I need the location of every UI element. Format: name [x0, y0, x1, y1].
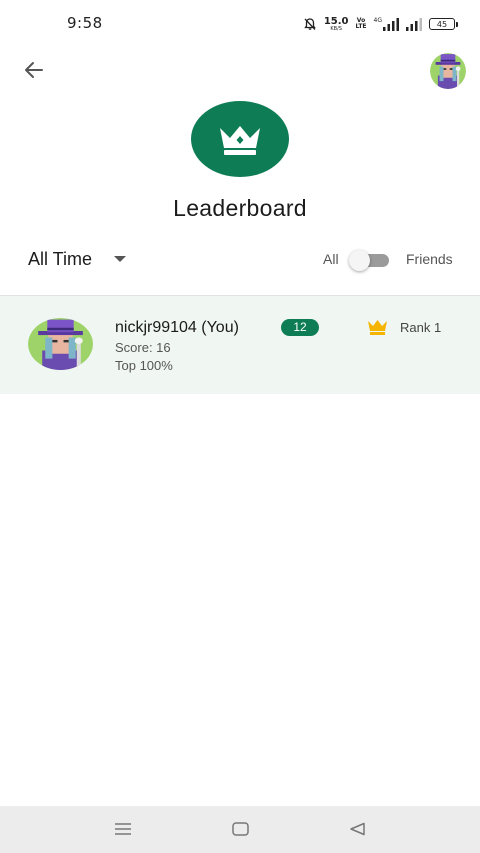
home-button[interactable] [228, 819, 252, 839]
period-selected-value: All Time [28, 248, 93, 269]
wizard-avatar-icon [28, 318, 93, 370]
menu-icon [115, 823, 131, 835]
signal-icon-2 [406, 17, 422, 31]
gold-crown-icon [368, 320, 387, 335]
menu-button[interactable] [111, 819, 135, 839]
percentile-text: Top 100% [115, 358, 173, 373]
network-speed-unit: KB/S [330, 25, 342, 32]
network-speed: 15.0 KB/S [323, 15, 349, 32]
mute-bell-icon [304, 18, 316, 30]
battery-level: 45 [436, 19, 448, 29]
leaderboard-row[interactable]: nickjr99104 (You) 12 Score: 16 Top 100% … [0, 296, 480, 394]
dropdown-caret-icon [114, 256, 127, 262]
level-badge: 12 [281, 319, 319, 336]
back-button[interactable] [20, 56, 48, 84]
volte-indicator: Vo LTE [356, 18, 367, 30]
rank-text: Rank 1 [400, 320, 442, 335]
status-icons: 15.0 KB/S Vo LTE 4G 45 [303, 14, 458, 34]
crown-icon [220, 126, 260, 155]
scope-friends-label: Friends [406, 251, 453, 267]
score-text: Score: 16 [115, 340, 171, 355]
wizard-avatar-icon [430, 53, 466, 89]
signal-icon [383, 17, 399, 31]
system-navigation-bar [0, 806, 480, 853]
toggle-knob [349, 250, 370, 271]
period-dropdown[interactable]: All Time [28, 246, 127, 272]
network-speed-value: 15.0 [323, 15, 349, 27]
username: nickjr99104 (You) [115, 319, 239, 336]
volte-bottom: LTE [355, 23, 367, 30]
avatar [28, 318, 93, 370]
triangle-back-icon [349, 822, 365, 836]
network-type-label: 4G [373, 16, 382, 24]
back-nav-button[interactable] [345, 819, 369, 839]
battery-icon: 45 [429, 18, 458, 30]
profile-avatar-button[interactable] [430, 53, 466, 89]
arrow-left-icon [25, 62, 43, 78]
home-square-icon [231, 822, 249, 836]
friends-toggle[interactable] [349, 250, 391, 271]
scope-all-label: All [323, 251, 339, 267]
leaderboard-crown-badge [191, 101, 289, 177]
status-time: 9:58 [67, 14, 103, 32]
status-bar: 9:58 15.0 KB/S Vo LTE 4G 45 [0, 0, 480, 46]
page-title: Leaderboard [173, 195, 307, 221]
